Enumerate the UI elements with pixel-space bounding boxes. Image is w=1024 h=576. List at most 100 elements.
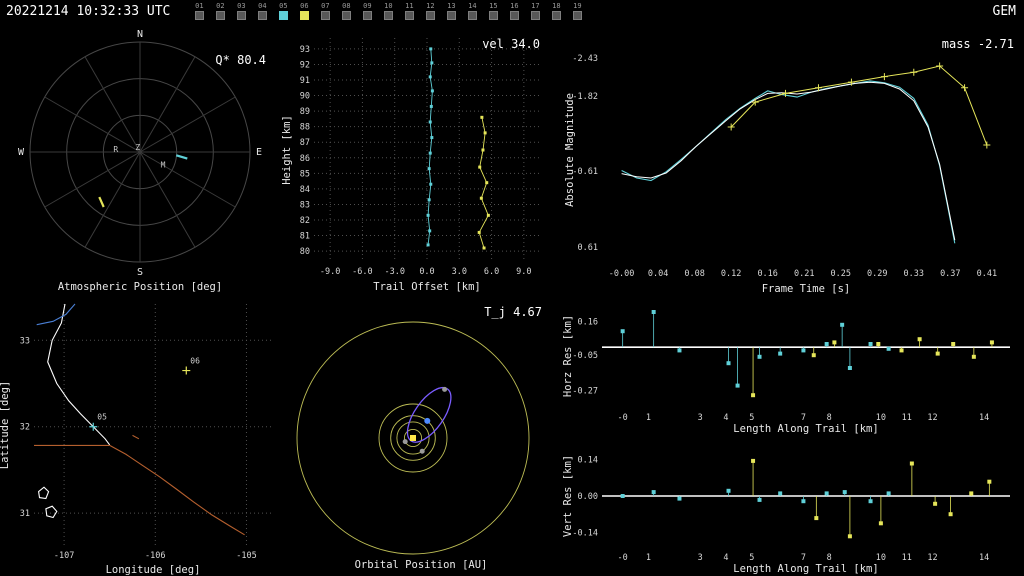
x-tick-label: 11 [902, 413, 912, 423]
station-06-point [910, 68, 918, 76]
sun-marker [410, 435, 416, 441]
frame-box-17[interactable] [530, 11, 540, 20]
atmospheric-position-plot: N S E W R Z M Q* 80.4 Atmospheric Position [deg] [0, 24, 280, 296]
x-tick-label: 1 [646, 413, 651, 423]
frame-box-19[interactable] [572, 11, 582, 20]
frame-box-05[interactable] [278, 11, 288, 20]
frame-box-13[interactable] [446, 11, 456, 20]
frame-item-14: 14 [467, 3, 477, 20]
y-tick-label: 0.61 [578, 243, 598, 253]
frame-number: 05 [279, 2, 288, 10]
y-tick-label: -1.82 [572, 92, 598, 102]
frame-item-12: 12 [425, 3, 435, 20]
station-06-point [933, 501, 938, 506]
light-curve-plot: -0.00 0.04 0.08 0.12 0.16 0.21 0.25 0.29 0.33 0.3… [562, 24, 1024, 296]
station-05-line [621, 80, 956, 244]
frame-box-10[interactable] [383, 11, 393, 20]
frame-item-07: 07 [320, 3, 330, 20]
compass-w: W [18, 147, 25, 158]
station-06-point [479, 196, 483, 200]
frame-box-07[interactable] [320, 11, 330, 20]
frame-number: 15 [489, 2, 498, 10]
frame-box-14[interactable] [467, 11, 477, 20]
frame-item-17: 17 [530, 3, 540, 20]
x-tick-label: 3 [698, 553, 703, 563]
y-axis-label: Absolute Magnitude [564, 93, 576, 207]
frame-item-15: 15 [488, 3, 498, 20]
frame-number: 16 [510, 2, 519, 10]
polar-spoke [139, 151, 196, 248]
y-tick-label: 85 [300, 169, 310, 179]
panel-title: Q* 80.4 [215, 53, 266, 67]
frame-box-03[interactable] [236, 11, 246, 20]
x-axis-label: Longitude [deg] [106, 564, 201, 576]
station-05-point [847, 366, 852, 370]
x-tick-label: 5 [749, 413, 754, 423]
frame-box-04[interactable] [257, 11, 267, 20]
frame-box-08[interactable] [341, 11, 351, 20]
station-05-point [428, 75, 432, 79]
panel-horizontal-residuals: -0 1 3 4 5 7 8 10 11 12 14 0.16 -0.05 -0.27 Length Alo… [562, 296, 1024, 436]
frame-box-11[interactable] [404, 11, 414, 20]
polar-annotation-R: R [113, 145, 118, 154]
polar-spoke [84, 151, 141, 248]
frame-box-09[interactable] [362, 11, 372, 20]
frame-box-02[interactable] [215, 11, 225, 20]
compass-s: S [137, 267, 143, 278]
axis-caption: Orbital Position [AU] [355, 559, 488, 571]
station-05-point [886, 491, 891, 496]
x-tick-label: -105 [236, 551, 256, 561]
map-feature-lake-2 [45, 505, 58, 519]
x-tick-label: 14 [979, 413, 989, 423]
frame-item-11: 11 [404, 3, 414, 20]
trail-offset-plot: -9.0 -6.0 -3.0 0.0 3.0 6.0 9.0 80 81 82 83 84 85 86 87… [280, 24, 562, 296]
polar-annotation-Z: Z [135, 143, 140, 152]
y-tick-label: 80 [300, 247, 310, 257]
station-06-point [878, 521, 883, 526]
axis-caption: Atmospheric Position [deg] [58, 281, 222, 293]
station-06-point [880, 73, 888, 81]
panel-light-curve: -0.00 0.04 0.08 0.12 0.16 0.21 0.25 0.29 0.33 0.3… [562, 24, 1024, 296]
frame-box-06[interactable] [299, 11, 309, 20]
station-05-point [886, 346, 891, 351]
frame-box-16[interactable] [509, 11, 519, 20]
station-06-point [751, 393, 756, 398]
frame-number: 12 [426, 2, 435, 10]
y-axis-label: Latitude [deg] [0, 381, 11, 470]
panel-ground-map: -107 -106 -105 31 32 33 Longitude [deg] Latitud… [0, 296, 280, 576]
frame-box-01[interactable] [194, 11, 204, 20]
station-05-point [824, 342, 829, 346]
x-tick-label: 5 [749, 553, 754, 563]
station-06-point [987, 479, 992, 484]
frame-number: 13 [447, 2, 456, 10]
frame-box-12[interactable] [425, 11, 435, 20]
y-tick-label: -0.61 [572, 167, 598, 177]
station-05-point [428, 120, 432, 124]
x-tick-label: 0.08 [684, 269, 704, 279]
frame-item-09: 09 [362, 3, 372, 20]
station-05-point [778, 491, 783, 496]
frame-box-15[interactable] [488, 11, 498, 20]
frame-number: 04 [258, 2, 267, 10]
station-05-point [868, 499, 873, 504]
frame-item-04: 04 [257, 3, 267, 20]
station-05-point [428, 229, 432, 233]
x-tick-label: 4 [723, 413, 728, 423]
station-06-point [989, 340, 994, 345]
body-venus [419, 448, 425, 454]
x-tick-label: 0.04 [648, 269, 668, 279]
station-06-point [948, 512, 953, 517]
station-05-point [429, 47, 433, 51]
panel-title: vel 34.0 [482, 37, 540, 51]
panel-atmospheric-position: N S E W R Z M Q* 80.4 Atmospheric Position [deg] [0, 24, 280, 296]
x-tick-label: 0.37 [940, 269, 960, 279]
frame-box-18[interactable] [551, 11, 561, 20]
station-05-point [620, 329, 625, 334]
station-06-point [814, 516, 819, 521]
station-06-point [480, 115, 484, 119]
y-tick-label: 0.00 [578, 492, 598, 502]
y-tick-label: 31 [20, 509, 30, 519]
y-tick-label: 84 [300, 185, 310, 195]
station-06-point [832, 340, 837, 345]
station-05-point [868, 342, 873, 346]
